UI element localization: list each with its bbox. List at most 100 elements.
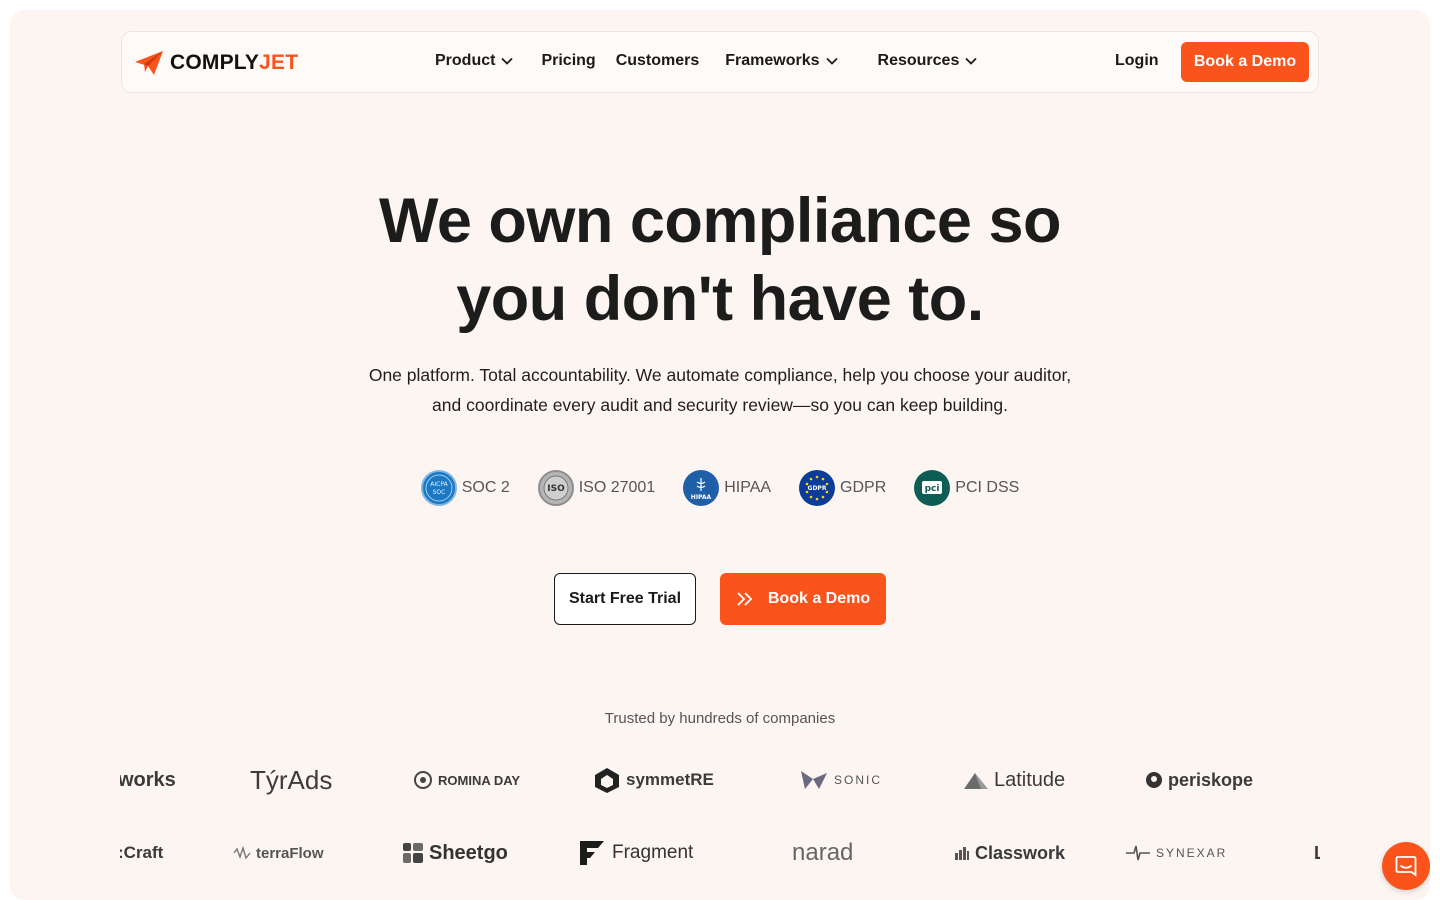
customer-logos-row-2: :Craft terraFlow Sheetgo Fragment narad … <box>120 833 1320 873</box>
iso-icon: ISO <box>537 470 574 506</box>
nav-item-customers[interactable]: Customers <box>616 52 700 70</box>
badge-label: ISO 27001 <box>578 479 656 496</box>
terraflow-icon <box>233 846 251 860</box>
customer-logo: Fragment <box>577 833 693 873</box>
nav-item-label: Frameworks <box>725 52 820 69</box>
badge-soc2: AICPA SOC SOC 2 <box>420 470 510 506</box>
customer-logo: SONIC <box>799 760 882 800</box>
svg-text:GDPR: GDPR <box>808 485 827 492</box>
chevron-down-icon <box>825 57 838 65</box>
nav-item-resources[interactable]: Resources <box>878 52 978 70</box>
pci-icon: pci <box>914 470 951 506</box>
nav-item-pricing[interactable]: Pricing <box>541 52 595 70</box>
nav-item-product[interactable]: Product <box>435 52 514 70</box>
hero-title-line1: We own compliance so <box>379 186 1062 256</box>
romina-day-icon <box>414 771 432 789</box>
hipaa-icon: HIPAA <box>683 470 720 506</box>
hero-cta-row: Start Free Trial Book a Demo <box>554 573 886 625</box>
customer-logo: TýrAds <box>250 760 332 800</box>
sheetgo-icon <box>403 843 423 863</box>
chevron-down-icon <box>965 57 977 65</box>
brand-name-part1: COMPLY <box>170 51 260 74</box>
customer-logo-text: TýrAds <box>250 764 333 795</box>
badge-label: GDPR <box>840 479 887 496</box>
nav-item-label: Pricing <box>541 52 596 69</box>
badge-hipaa: HIPAA HIPAA <box>683 470 771 506</box>
hero-title: We own compliance so you don't have to. <box>10 182 1430 338</box>
customer-logo-text: symmetRE <box>626 770 714 789</box>
svg-text:AICPA: AICPA <box>430 481 448 488</box>
nav-item-label: Customers <box>615 52 700 69</box>
hero-subtitle-line2: and coordinate every audit and security … <box>432 395 1008 415</box>
svg-text:pci: pci <box>925 484 940 494</box>
customer-logo: SYNEXAR <box>1125 833 1227 873</box>
nav-menu: Product Pricing Customers Frameworks Res… <box>435 52 977 70</box>
svg-text:SOC: SOC <box>432 489 445 496</box>
customer-logo-text: narad <box>792 839 854 866</box>
badge-pcidss: pci PCI DSS <box>914 470 1019 506</box>
latitude-icon <box>964 773 988 789</box>
customer-logo-text: terraFlow <box>256 844 324 862</box>
customer-logo-text: Latitude <box>994 768 1066 791</box>
svg-text:ISO: ISO <box>547 484 565 494</box>
customer-logo: symmetRE <box>593 760 714 800</box>
customer-logo: Sheetgo <box>402 833 508 873</box>
book-demo-label: Book a Demo <box>767 590 871 607</box>
badge-label: SOC 2 <box>461 479 510 496</box>
login-link[interactable]: Login <box>1115 52 1159 70</box>
hero-subtitle-line1: One platform. Total accountability. We a… <box>368 365 1072 385</box>
customer-logo-text: L <box>1314 842 1320 863</box>
chat-icon <box>1395 856 1417 877</box>
customer-logo: terraFlow <box>233 833 324 873</box>
customer-logo-text: SONIC <box>834 773 883 787</box>
symmetre-icon <box>595 768 619 793</box>
classwork-icon <box>955 847 969 860</box>
customer-logo: works <box>120 760 176 800</box>
svg-text:HIPAA: HIPAA <box>691 494 712 501</box>
double-chevron-right-icon <box>737 592 753 606</box>
chevron-down-icon <box>501 57 514 65</box>
nav-book-demo-button[interactable]: Book a Demo <box>1181 42 1309 82</box>
customer-logo-text: Classwork <box>975 842 1066 863</box>
customer-logos-row-1: works TýrAds ROMINA DAY symmetRE SONIC L… <box>120 760 1320 800</box>
gdpr-icon: GDPR <box>799 470 836 506</box>
book-demo-button[interactable]: Book a Demo <box>720 573 886 625</box>
customer-logo: narad <box>792 833 853 873</box>
customer-logo: Latitude <box>963 760 1065 800</box>
page-frame: COMPLYJET Product Pricing Customers Fram… <box>10 10 1430 900</box>
paper-plane-icon <box>135 51 163 75</box>
customer-logo-text: ROMINA DAY <box>438 772 521 788</box>
hero-title-line2: you don't have to. <box>456 264 984 334</box>
start-free-trial-button[interactable]: Start Free Trial <box>554 573 696 625</box>
nav-item-label: Resources <box>877 52 960 69</box>
chat-launcher-button[interactable] <box>1382 842 1430 890</box>
badge-label: HIPAA <box>724 479 772 496</box>
top-navbar: COMPLYJET Product Pricing Customers Fram… <box>121 31 1319 93</box>
synexar-icon <box>1126 845 1150 861</box>
customer-logo-text: Sheetgo <box>429 841 508 864</box>
periskope-icon <box>1146 772 1162 788</box>
customer-logo-text: :Craft <box>120 843 164 862</box>
badge-gdpr: GDPR GDPR <box>799 470 886 506</box>
customer-logo: Classwork <box>954 833 1065 873</box>
aicpa-soc-icon: AICPA SOC <box>420 470 457 506</box>
customer-logo-text: works <box>120 768 176 791</box>
badge-label: PCI DSS <box>955 479 1020 496</box>
compliance-badges: AICPA SOC SOC 2 ISO ISO 27001 HIPAA HIPAA… <box>10 470 1430 506</box>
sonic-icon <box>801 771 827 789</box>
brand-wordmark: COMPLYJET <box>170 51 298 75</box>
customer-logo: L <box>1314 833 1320 873</box>
customer-logo: :Craft <box>120 833 163 873</box>
brand-name-part2: JET <box>259 51 299 74</box>
fragment-icon <box>580 841 604 865</box>
customer-logo-text: Fragment <box>612 842 694 863</box>
customer-logo: periskope <box>1145 760 1253 800</box>
brand-logo[interactable]: COMPLYJET <box>134 50 298 76</box>
badge-iso27001: ISO ISO 27001 <box>537 470 656 506</box>
hero-subtitle: One platform. Total accountability. We a… <box>330 360 1110 420</box>
trusted-label: Trusted by hundreds of companies <box>604 710 836 727</box>
customer-logo-text: SYNEXAR <box>1156 846 1228 860</box>
nav-item-label: Product <box>435 52 496 69</box>
customer-logo-text: periskope <box>1168 769 1254 790</box>
nav-item-frameworks[interactable]: Frameworks <box>725 52 838 70</box>
